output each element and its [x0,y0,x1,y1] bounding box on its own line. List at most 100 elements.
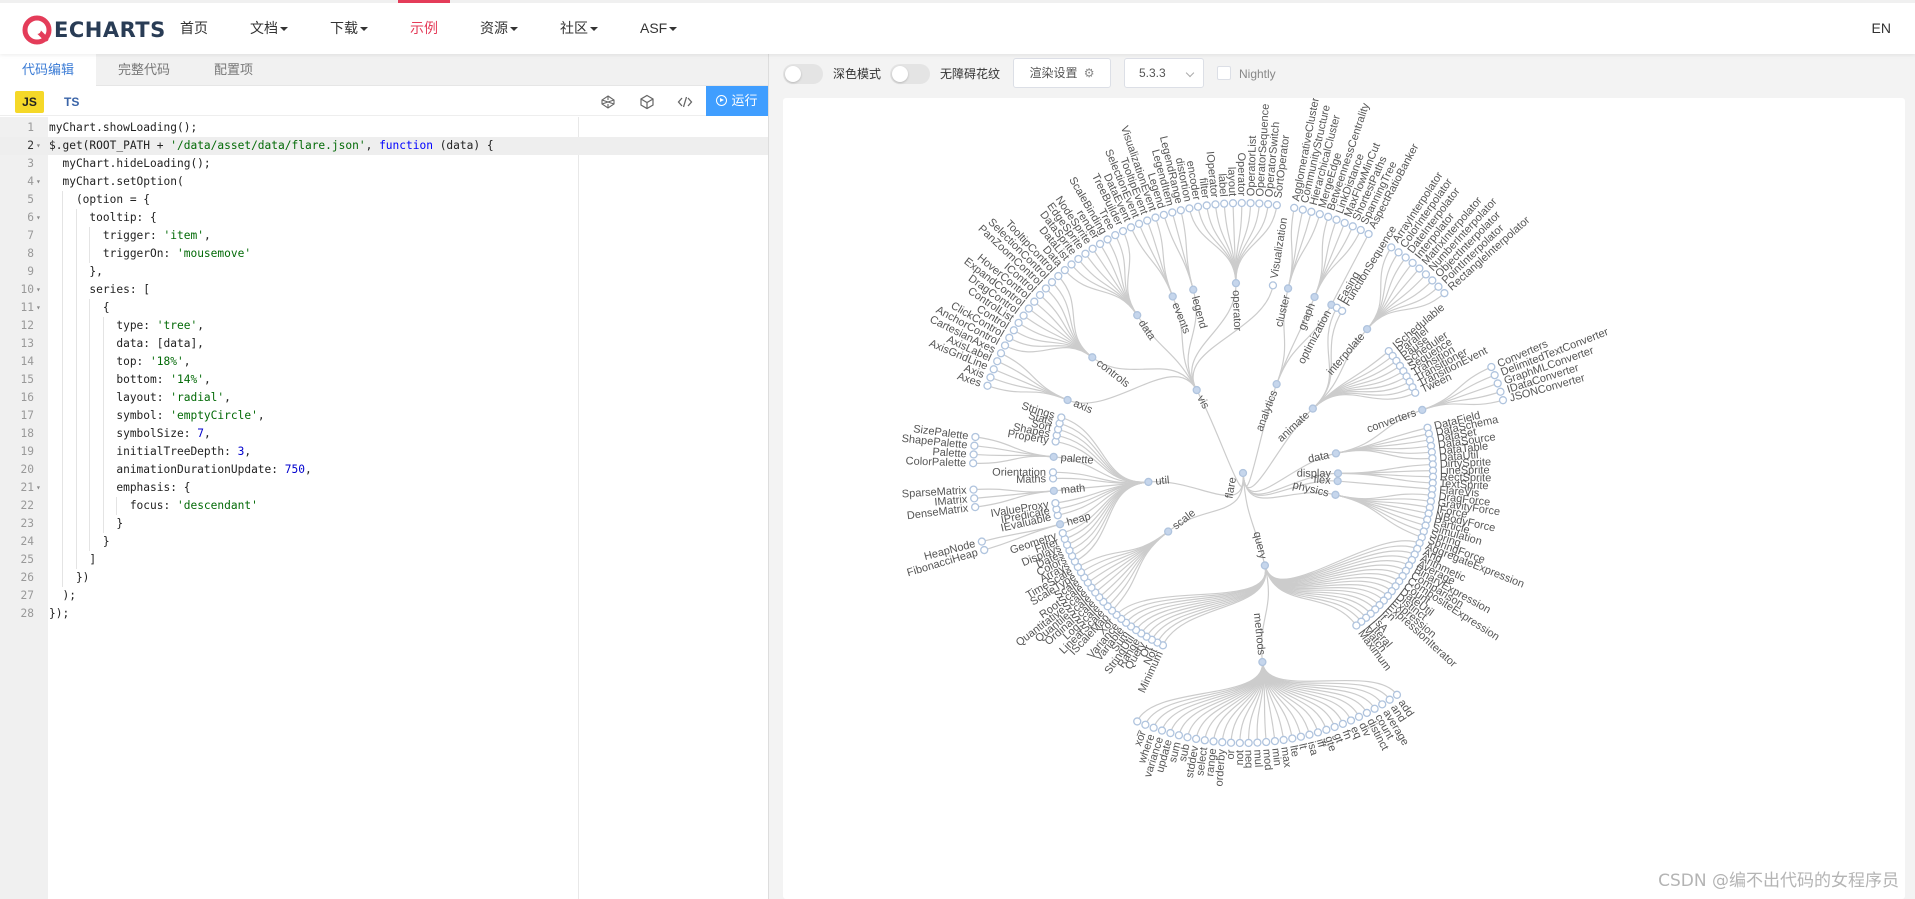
tree-node[interactable] [1496,387,1505,396]
tree-node[interactable] [1144,477,1153,487]
tree-node[interactable] [1060,265,1069,275]
echarts-logo[interactable]: ECHARTS [22,12,166,48]
tree-node[interactable] [1191,734,1201,744]
js-language-button[interactable]: JS [15,91,44,113]
tree-node[interactable] [1392,690,1402,699]
code-line[interactable]: 26 }) [0,569,768,587]
code-line[interactable]: 20 animationDurationUpdate: 750, [0,461,768,479]
tree-node[interactable] [1024,304,1033,313]
tree-node[interactable] [1322,725,1331,734]
tree-node[interactable] [1200,736,1209,745]
tree-node[interactable] [1095,239,1105,249]
tree-node[interactable] [1218,738,1227,747]
tree-node[interactable] [989,365,998,374]
fold-arrow-icon[interactable]: ▾ [36,281,41,299]
code-format-icon[interactable] [677,94,693,110]
tree-node[interactable] [1279,735,1288,745]
tree-node[interactable] [1041,284,1051,293]
tree-node[interactable] [1370,704,1379,713]
code-line[interactable]: 27 ); [0,587,768,605]
tree-node[interactable] [1141,720,1150,729]
code-line[interactable]: 3 myChart.hideLoading(); [0,155,768,173]
tree-node[interactable] [1493,379,1502,388]
code-line[interactable]: 23 } [0,515,768,533]
tree-node[interactable] [1166,728,1175,738]
tree-node[interactable] [1348,222,1357,231]
code-line[interactable]: 7 trigger: 'item', [0,227,768,245]
tree-node[interactable] [1418,405,1427,415]
code-line[interactable]: 25 ] [0,551,768,569]
code-line[interactable]: 21 ▾ emphasis: { [0,479,768,497]
tree-node[interactable] [1272,200,1281,210]
radial-tree-chart[interactable]: flareanalyticsclusterAgglomerativeCluste… [783,98,1905,899]
tree-node[interactable] [1189,285,1198,294]
render-settings-button[interactable]: 渲染设置 ⚙ [1013,58,1111,88]
tree-node[interactable] [1174,731,1184,740]
tree-node[interactable] [969,450,978,459]
tree-node[interactable] [1246,198,1255,208]
code-line[interactable]: 24 } [0,533,768,551]
tree-node[interactable] [1118,226,1128,236]
tree-node[interactable] [1421,270,1431,279]
tree-node[interactable] [986,373,995,382]
tree-node[interactable] [1168,292,1177,301]
code-line[interactable]: 4 ▾ myChart.setOption( [0,173,768,191]
tree-node[interactable] [1310,292,1319,302]
tree-node[interactable] [1193,202,1203,211]
tree-node[interactable] [1268,281,1278,290]
version-select[interactable]: 5.3.3 [1124,58,1204,88]
tree-node[interactable] [1394,248,1403,257]
tree-node[interactable] [993,357,1002,366]
codepen-icon[interactable] [600,94,616,110]
code-line[interactable]: 28}); [0,605,768,623]
tree-node[interactable] [1164,527,1173,536]
fold-arrow-icon[interactable]: ▾ [36,173,41,191]
code-line[interactable]: 15 bottom: '14%', [0,371,768,389]
tree-node[interactable] [1088,244,1097,253]
tree-node[interactable] [1058,528,1067,538]
chart-container[interactable]: flare analytics cluster AgglomerativeCluste… [783,98,1905,899]
tree-node[interactable] [971,502,980,512]
tree-node[interactable] [1330,722,1339,732]
tree-node[interactable] [1244,738,1253,748]
tree-node[interactable] [1226,738,1236,747]
tree-node[interactable] [1055,520,1065,529]
code-line[interactable]: 8 triggerOn: 'mousemove' [0,245,768,263]
tree-node[interactable] [1168,208,1177,217]
tree-node[interactable] [983,381,992,390]
tree-node[interactable] [1159,210,1168,220]
tree-node[interactable] [1149,723,1158,732]
nav-item-5[interactable]: 社区 [560,3,598,54]
tree-node[interactable] [1035,290,1045,300]
tree-node[interactable] [1051,498,1060,508]
tree-node[interactable] [1235,738,1244,748]
run-button[interactable]: 运行 [706,86,768,116]
tree-node[interactable] [1067,260,1076,269]
code-line[interactable]: 2 ▾ $.get(ROOT_PATH + '/data/asset/data/fl… [0,137,768,155]
editor-tab-1[interactable]: 完整代码 [96,54,192,86]
tree-node[interactable] [1057,413,1066,422]
tree-node[interactable] [1047,278,1057,287]
tree-node[interactable] [1063,395,1072,405]
tree-node[interactable] [1192,385,1201,395]
tree-node[interactable] [969,485,978,494]
tree-node[interactable] [1253,738,1262,747]
accessible-pattern-toggle[interactable] [890,64,930,84]
code-line[interactable]: 12 type: 'tree', [0,317,768,335]
tree-node[interactable] [1428,276,1437,285]
code-line[interactable]: 16 layout: 'radial', [0,389,768,407]
tree-node[interactable] [1019,311,1028,320]
language-switch[interactable]: EN [1872,3,1891,54]
nav-item-3[interactable]: 示例 [398,0,450,54]
tree-node[interactable] [1362,324,1372,334]
codesandbox-icon[interactable] [639,94,655,110]
tree-node[interactable] [1362,708,1372,718]
code-line[interactable]: 11 ▾ { [0,299,768,317]
tree-node[interactable] [1126,223,1136,232]
tree-node[interactable] [1313,728,1323,737]
tree-node[interactable] [1333,469,1343,478]
code-line[interactable]: 5 (option = { [0,191,768,209]
tree-node[interactable] [1288,734,1297,743]
nightly-checkbox[interactable] [1217,66,1231,80]
code-line[interactable]: 1 myChart.showLoading(); [0,119,768,137]
